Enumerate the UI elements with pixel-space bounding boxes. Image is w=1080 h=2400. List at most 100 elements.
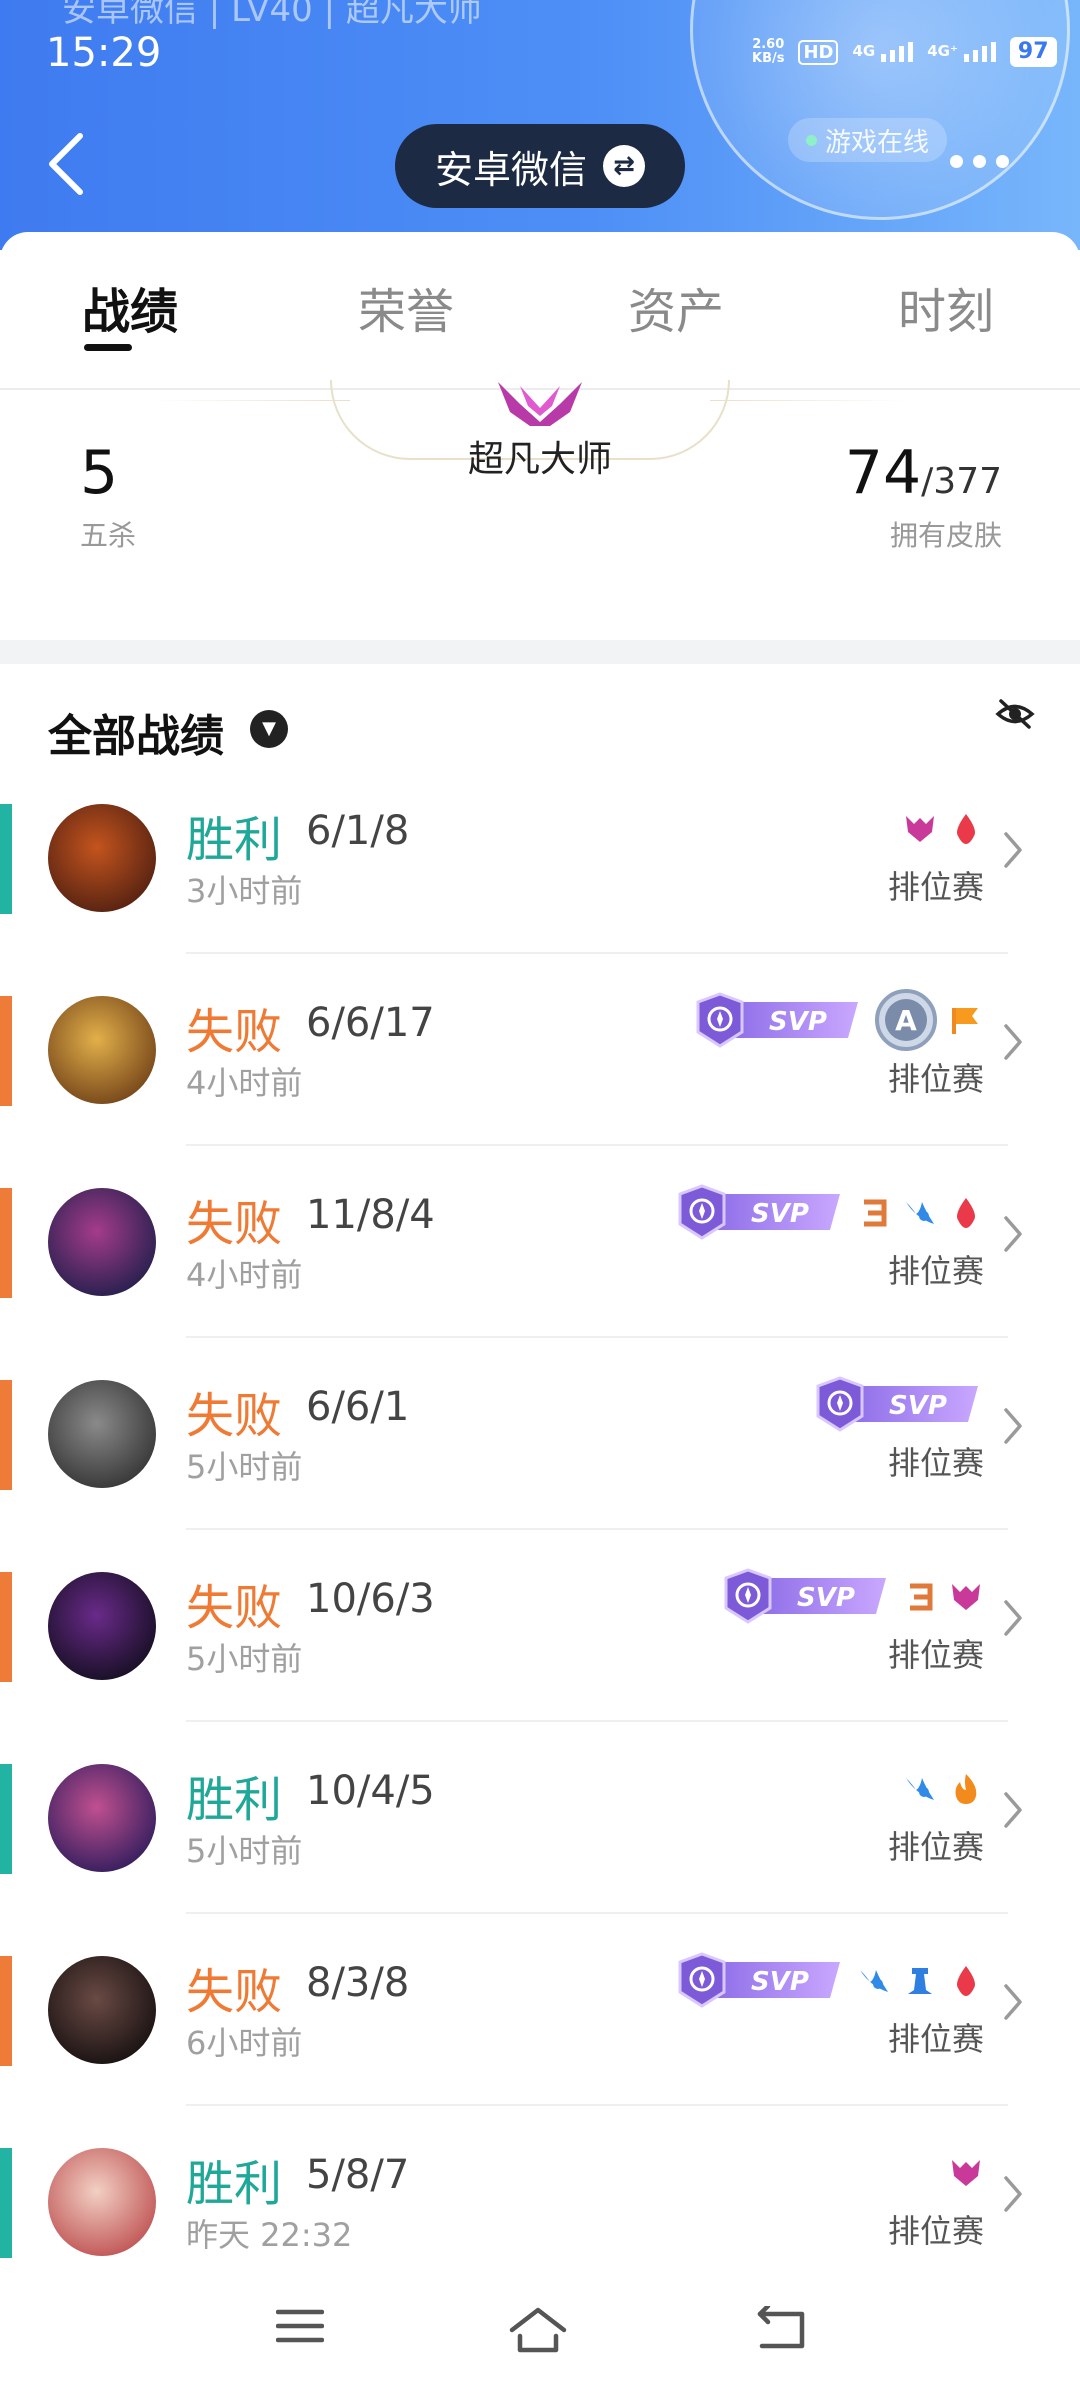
tab-moments[interactable]: 时刻 bbox=[898, 272, 994, 342]
hero-avatar bbox=[48, 1380, 156, 1488]
wing-icon bbox=[856, 1962, 892, 1998]
match-kda: 6/6/17 bbox=[306, 1000, 435, 1046]
wing-icon bbox=[902, 1770, 938, 1806]
match-mode: 排位赛 bbox=[887, 868, 984, 906]
match-row[interactable]: 失败 8/3/8 6小时前 排位赛 SVP bbox=[0, 1952, 1080, 2144]
hero-avatar bbox=[48, 804, 156, 912]
chevron-right-icon[interactable] bbox=[1002, 1406, 1024, 1446]
match-kda: 11/8/4 bbox=[306, 1192, 435, 1238]
match-badges: SVP bbox=[674, 1182, 984, 1242]
svp-badge-icon: SVP bbox=[674, 1952, 846, 2008]
active-tab-indicator bbox=[84, 344, 132, 351]
account-name: 安卓微信 bbox=[434, 147, 587, 192]
triple-kill-icon bbox=[902, 1578, 938, 1614]
match-time: 4小时前 bbox=[186, 1064, 303, 1102]
online-status-badge: 游戏在线 bbox=[788, 118, 948, 162]
match-mode: 排位赛 bbox=[887, 2020, 984, 2058]
eye-hidden-icon[interactable] bbox=[995, 697, 1035, 731]
match-badges bbox=[902, 1758, 984, 1818]
tab-honor[interactable]: 荣誉 bbox=[358, 272, 454, 342]
match-kda: 6/6/1 bbox=[306, 1384, 410, 1430]
tab-record[interactable]: 战绩 bbox=[82, 272, 178, 342]
swap-icon: ⇄ bbox=[603, 145, 645, 187]
result-indicator-bar bbox=[0, 1188, 12, 1298]
svp-label: SVP bbox=[751, 1967, 809, 1997]
match-filter-title[interactable]: 全部战绩 bbox=[48, 700, 224, 764]
wing-icon bbox=[902, 1194, 938, 1230]
match-badges: SVP bbox=[674, 1950, 984, 2010]
signal-icon-2: 4G⁺ bbox=[927, 42, 996, 62]
more-options-icon[interactable] bbox=[950, 155, 1009, 168]
menu-icon[interactable] bbox=[276, 2306, 324, 2346]
match-row[interactable]: 失败 6/6/1 5小时前 排位赛 SVP bbox=[0, 1376, 1080, 1568]
match-kda: 10/4/5 bbox=[306, 1768, 435, 1814]
match-row[interactable]: 胜利 10/4/5 5小时前 排位赛 bbox=[0, 1760, 1080, 1952]
svp-badge-icon: SVP bbox=[812, 1376, 984, 1432]
match-kda: 10/6/3 bbox=[306, 1576, 435, 1622]
row-divider bbox=[186, 1336, 1008, 1338]
svp-label: SVP bbox=[797, 1583, 855, 1613]
result-indicator-bar bbox=[0, 1764, 12, 1874]
result-indicator-bar bbox=[0, 1380, 12, 1490]
result-indicator-bar bbox=[0, 1956, 12, 2066]
match-mode: 排位赛 bbox=[887, 1060, 984, 1098]
svp-label: SVP bbox=[889, 1391, 947, 1421]
chevron-right-icon[interactable] bbox=[1002, 830, 1024, 870]
svg-text:A: A bbox=[895, 1004, 917, 1037]
skins-count[interactable]: 74/377 bbox=[845, 438, 1002, 508]
hero-avatar bbox=[48, 1956, 156, 2064]
row-divider bbox=[186, 1144, 1008, 1146]
result-indicator-bar bbox=[0, 1572, 12, 1682]
hero-avatar bbox=[48, 1764, 156, 1872]
chevron-right-icon[interactable] bbox=[1002, 2174, 1024, 2214]
result-indicator-bar bbox=[0, 2148, 12, 2258]
match-badges: SVP A bbox=[692, 989, 984, 1051]
match-mode: 排位赛 bbox=[887, 1252, 984, 1290]
status-icons: 2.60 KB/s HD 4G 4G⁺ 97 bbox=[752, 32, 1057, 72]
match-row[interactable]: 失败 6/6/17 4小时前 排位赛 SVP A bbox=[0, 989, 1080, 1184]
match-badges: SVP bbox=[812, 1374, 984, 1434]
match-result: 失败 bbox=[186, 1964, 283, 2020]
net-speed: 2.60 KB/s bbox=[752, 37, 785, 66]
skins-label: 拥有皮肤 bbox=[889, 519, 1002, 552]
svp-badge-icon: SVP bbox=[674, 1184, 846, 1240]
svp-badge-icon: SVP bbox=[692, 992, 864, 1048]
home-icon[interactable] bbox=[508, 2306, 568, 2354]
header-faded-caption: 安卓微信 | LV40 | 超凡大师 bbox=[62, 0, 482, 30]
match-badges: SVP bbox=[720, 1566, 984, 1626]
match-time: 6小时前 bbox=[186, 2024, 303, 2062]
system-nav-bar bbox=[0, 2270, 1080, 2400]
tab-assets[interactable]: 资产 bbox=[628, 272, 724, 342]
match-mode: 排位赛 bbox=[887, 2212, 984, 2250]
profile-header: 安卓微信 | LV40 | 超凡大师 15:29 2.60 KB/s HD 4G… bbox=[0, 0, 1080, 250]
svp-badge-icon: SVP bbox=[720, 1568, 892, 1624]
match-time: 5小时前 bbox=[186, 1448, 303, 1486]
back-arrow-icon[interactable] bbox=[44, 130, 88, 198]
svp-label: SVP bbox=[751, 1199, 809, 1229]
match-row[interactable]: 胜利 6/1/8 3小时前 排位赛 bbox=[0, 800, 1080, 992]
back-nav-icon[interactable] bbox=[754, 2306, 806, 2350]
blood-drop-icon bbox=[948, 1194, 984, 1230]
chevron-right-icon[interactable] bbox=[1002, 1598, 1024, 1638]
match-result: 胜利 bbox=[186, 2156, 283, 2212]
chevron-down-icon[interactable]: ▼ bbox=[250, 710, 288, 748]
chevron-right-icon[interactable] bbox=[1002, 1790, 1024, 1830]
rank-emblem-icon bbox=[498, 382, 582, 426]
chevron-right-icon[interactable] bbox=[1002, 1022, 1024, 1062]
account-switch-button[interactable]: 安卓微信 ⇄ bbox=[395, 124, 685, 208]
svp-label: SVP bbox=[769, 1007, 827, 1037]
match-result: 失败 bbox=[186, 1580, 283, 1636]
match-row[interactable]: 失败 11/8/4 4小时前 排位赛 SVP bbox=[0, 1184, 1080, 1376]
pentakill-count: 5 bbox=[80, 438, 119, 508]
chevron-right-icon[interactable] bbox=[1002, 1214, 1024, 1254]
triple-kill-icon bbox=[856, 1194, 892, 1230]
match-result: 胜利 bbox=[186, 1772, 283, 1828]
chevron-right-icon[interactable] bbox=[1002, 1982, 1024, 2022]
match-row[interactable]: 失败 10/6/3 5小时前 排位赛 SVP bbox=[0, 1568, 1080, 1760]
match-badges bbox=[902, 798, 984, 858]
hero-avatar bbox=[48, 2148, 156, 2256]
hero-avatar bbox=[48, 996, 156, 1104]
hd-icon: HD bbox=[798, 39, 839, 65]
flag-icon bbox=[948, 1002, 984, 1038]
row-divider bbox=[186, 2104, 1008, 2106]
